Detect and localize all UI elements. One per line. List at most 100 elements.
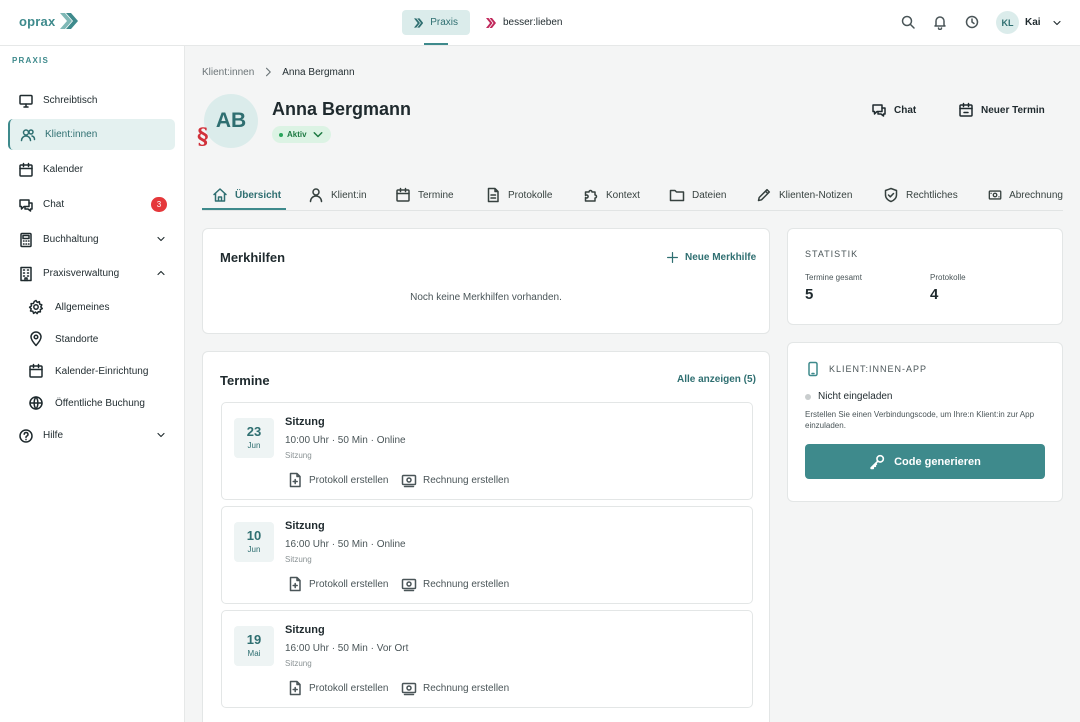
search-icon[interactable]: [900, 14, 916, 30]
tab-abrechnung[interactable]: Abrechnung: [988, 180, 1063, 210]
globe-icon: [29, 396, 43, 410]
help-icon: [19, 428, 33, 443]
tab-protokolle[interactable]: Protokolle: [485, 180, 552, 210]
appointment-date: 10 Jun: [234, 522, 274, 562]
clock-icon[interactable]: [964, 14, 980, 30]
bell-icon[interactable]: [932, 14, 948, 30]
chat-icon: [872, 104, 886, 117]
sidebar-item-hilfe[interactable]: Hilfe: [8, 420, 175, 451]
invite-status: Nicht eingeladen: [805, 391, 893, 402]
create-protocol-button[interactable]: Protokoll erstellen: [287, 472, 388, 488]
create-protocol-button[interactable]: Protokoll erstellen: [287, 680, 388, 696]
merkhilfen-title: Merkhilfen: [220, 250, 286, 265]
sidebar-subitem-label: Allgemeines: [55, 301, 110, 313]
chat-button[interactable]: Chat: [871, 102, 916, 118]
appointment-title: Sitzung: [285, 416, 325, 428]
generate-code-button[interactable]: Code generieren: [805, 444, 1045, 479]
sidebar-item-schreibtisch[interactable]: Schreibtisch: [8, 85, 175, 116]
tab-klientin[interactable]: Klient:in: [308, 180, 367, 210]
sidebar-subitem-allgemeines[interactable]: Allgemeines: [28, 296, 109, 318]
appointment-meta: 16:00 Uhr · 50 Min · Online: [285, 539, 406, 550]
appointment-type: Sitzung: [285, 451, 312, 460]
appointment-title: Sitzung: [285, 520, 325, 532]
statistik-card: STATISTIK Termine gesamt 5 Protokolle 4: [787, 228, 1063, 325]
sidebar-subitem-standorte[interactable]: Standorte: [28, 328, 98, 350]
tab-dateien[interactable]: Dateien: [669, 180, 726, 210]
chevron-right-icon: [266, 67, 272, 77]
create-protocol-button[interactable]: Protokoll erstellen: [287, 576, 388, 592]
praxis-chevrons-icon: [414, 17, 424, 28]
add-merkhilfe-label: Neue Merkhilfe: [685, 252, 757, 263]
chevron-down-icon: [157, 432, 165, 438]
sidebar-item-label: Buchhaltung: [43, 234, 99, 245]
appointment-date: 19 Mai: [234, 626, 274, 666]
appointment-day: 10: [246, 528, 262, 543]
sidebar-section-title: PRAXIS: [12, 56, 49, 65]
tab-label: Klient:in: [331, 189, 367, 201]
create-invoice-button[interactable]: Rechnung erstellen: [401, 680, 509, 696]
new-appointment-button[interactable]: Neuer Termin: [958, 102, 1045, 118]
client-tabs: Übersicht Klient:in Termine Protokolle K…: [202, 180, 1063, 211]
sidebar: PRAXIS Schreibtisch Klient:innen Kalende…: [0, 46, 185, 722]
tab-termine[interactable]: Termine: [395, 180, 454, 210]
tab-rechtliches[interactable]: Rechtliches: [883, 180, 958, 210]
sidebar-subitem-oeffentliche-buchung[interactable]: Öffentliche Buchung: [28, 392, 145, 414]
invoice-icon: [401, 474, 417, 488]
tab-label: Dateien: [692, 189, 727, 201]
plus-icon: [667, 252, 678, 263]
appointments-total-value: 5: [805, 286, 814, 303]
appointment-item[interactable]: 19 Mai Sitzung 16:00 Uhr · 50 Min · Vor …: [221, 610, 753, 708]
sidebar-item-chat[interactable]: Chat 3: [8, 189, 175, 220]
chat-unread-badge: 3: [151, 197, 167, 212]
building-icon: [20, 266, 32, 281]
create-protocol-label: Protokoll erstellen: [309, 578, 389, 590]
tab-klienten-notizen[interactable]: Klienten-Notizen: [756, 180, 852, 210]
sidebar-item-buchhaltung[interactable]: Buchhaltung: [8, 224, 175, 255]
invite-status-dot: [805, 393, 811, 400]
calendar-icon: [19, 162, 33, 177]
sidebar-item-klientinnen[interactable]: Klient:innen: [8, 119, 175, 150]
chevron-down-icon: [313, 131, 323, 137]
create-invoice-button[interactable]: Rechnung erstellen: [401, 472, 509, 488]
breadcrumb: Klient:innen Anna Bergmann: [202, 66, 355, 78]
appointment-month: Jun: [247, 545, 261, 554]
tab-label: Abrechnung: [1009, 189, 1063, 201]
sidebar-item-praxisverwaltung[interactable]: Praxisverwaltung: [8, 258, 175, 289]
show-all-appointments-link[interactable]: Alle anzeigen (5): [677, 374, 756, 385]
sidebar-item-label: Praxisverwaltung: [43, 268, 120, 279]
breadcrumb-parent-link[interactable]: Klient:innen: [202, 67, 254, 78]
tab-uebersicht[interactable]: Übersicht: [212, 180, 281, 210]
generate-code-label: Code generieren: [894, 455, 981, 468]
tab-label: Kontext: [606, 189, 640, 201]
appointment-day: 19: [246, 632, 262, 647]
status-label: Aktiv: [287, 130, 307, 139]
shield-icon: [884, 187, 898, 203]
termine-title: Termine: [220, 373, 270, 388]
calendar-plus-icon: [959, 102, 973, 117]
workspace-tab-praxis[interactable]: Praxis: [402, 10, 470, 35]
document-plus-icon: [289, 576, 301, 592]
appointment-type: Sitzung: [285, 555, 312, 564]
chevron-down-icon: [157, 236, 165, 242]
appointment-item[interactable]: 23 Jun Sitzung 10:00 Uhr · 50 Min · Onli…: [221, 402, 753, 500]
status-badge[interactable]: Aktiv: [272, 126, 331, 143]
appointment-day: 23: [246, 424, 262, 439]
oprax-logo[interactable]: oprax: [19, 12, 79, 30]
create-invoice-button[interactable]: Rechnung erstellen: [401, 576, 509, 592]
tab-kontext[interactable]: Kontext: [583, 180, 640, 210]
sidebar-item-kalender[interactable]: Kalender: [8, 154, 175, 185]
chevron-down-icon: [1053, 20, 1061, 25]
sidebar-subitem-label: Standorte: [55, 333, 99, 345]
sidebar-subitem-kalender-einrichtung[interactable]: Kalender-Einrichtung: [28, 360, 148, 382]
tab-label: Klienten-Notizen: [779, 189, 853, 201]
add-merkhilfe-button[interactable]: Neue Merkhilfe: [666, 251, 756, 264]
calendar-icon: [29, 363, 43, 378]
create-invoice-label: Rechnung erstellen: [423, 682, 510, 694]
workspace-tab-besser-lieben[interactable]: besser:lieben: [474, 10, 574, 35]
appointments-total-label: Termine gesamt: [805, 273, 862, 282]
user-menu[interactable]: KL Kai: [996, 11, 1063, 34]
smartphone-icon: [808, 361, 818, 377]
appointment-item[interactable]: 10 Jun Sitzung 16:00 Uhr · 50 Min · Onli…: [221, 506, 753, 604]
appointment-date: 23 Jun: [234, 418, 274, 458]
new-appointment-label: Neuer Termin: [981, 104, 1045, 116]
